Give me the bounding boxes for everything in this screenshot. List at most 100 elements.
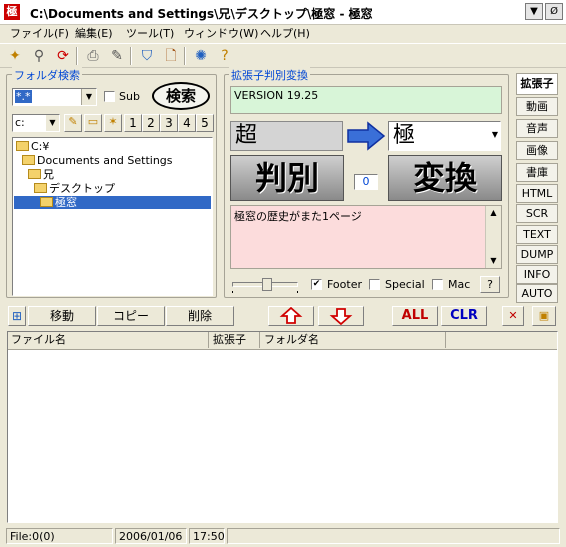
arrow-up-icon[interactable] xyxy=(268,306,314,326)
scroll-down-icon[interactable]: ▼ xyxy=(486,254,501,268)
drive-value: c: xyxy=(15,116,25,129)
side-tab-10[interactable]: AUTO xyxy=(516,284,558,303)
status-empty-panel xyxy=(227,528,560,544)
judge-button[interactable]: 判別 xyxy=(230,155,344,201)
menu-tools[interactable]: ツール(T) xyxy=(126,25,174,43)
title-bar: 極 C:\Documents and Settings\兄\デスクトップ\極窓 … xyxy=(0,0,566,25)
side-tab-1[interactable]: 動画 xyxy=(516,97,558,116)
special-checkbox[interactable] xyxy=(369,279,380,290)
number-button-1[interactable]: 1 xyxy=(124,114,142,132)
arrow-down-icon[interactable] xyxy=(318,306,364,326)
move-button[interactable]: 移動 xyxy=(28,306,96,326)
expand-icon[interactable]: ⊞ xyxy=(8,306,26,326)
opacity-slider[interactable] xyxy=(232,278,298,294)
convert-button[interactable]: 変換 xyxy=(388,155,502,201)
footer-checkbox[interactable]: ✔ xyxy=(311,279,322,290)
status-time: 17:50 xyxy=(189,528,225,544)
column-header-folder[interactable]: フォルダ名 xyxy=(262,332,446,348)
folder-search-title: フォルダ検索 xyxy=(12,67,82,83)
open-file-icon[interactable]: ▣ xyxy=(532,306,556,326)
open-folder-icon[interactable]: ▭ xyxy=(84,114,102,132)
scroll-up-icon[interactable]: ▲ xyxy=(486,206,501,220)
close-button[interactable]: Ø xyxy=(545,3,563,20)
tree-item-label: C:¥ xyxy=(31,140,50,153)
pattern-input[interactable]: *.* ▼ xyxy=(12,88,97,106)
tree-item[interactable]: 兄 xyxy=(28,168,54,181)
slider-thumb[interactable] xyxy=(262,278,272,291)
window-title: C:\Documents and Settings\兄\デスクトップ\極窓 - … xyxy=(30,7,373,21)
side-tab-0[interactable]: 拡張子 xyxy=(516,73,558,95)
arrow-right-icon xyxy=(346,120,386,152)
edit-icon[interactable]: ✎ xyxy=(108,47,126,65)
tree-item-label: デスクトップ xyxy=(49,182,115,195)
tree-item[interactable]: C:¥ xyxy=(16,140,49,153)
tree-item[interactable]: 極窓 xyxy=(14,196,211,209)
search-doc-icon[interactable]: 🗋 xyxy=(162,47,180,65)
settings-icon[interactable]: ✺ xyxy=(192,47,210,65)
search-button[interactable]: 検索 xyxy=(152,82,210,110)
menu-help[interactable]: ヘルプ(H) xyxy=(260,25,310,43)
number-button-2[interactable]: 2 xyxy=(142,114,160,132)
file-list[interactable] xyxy=(7,331,558,523)
status-date: 2006/01/06 xyxy=(115,528,187,544)
help-button[interactable]: ? xyxy=(480,276,500,293)
sub-checkbox[interactable] xyxy=(104,91,115,102)
delete-button[interactable]: 削除 xyxy=(166,306,234,326)
side-tab-2[interactable]: 音声 xyxy=(516,119,558,138)
side-tab-9[interactable]: INFO xyxy=(516,265,558,284)
target-ext-select[interactable]: 極 ▼ xyxy=(388,121,501,151)
side-tab-3[interactable]: 画像 xyxy=(516,141,558,160)
chevron-down-icon[interactable]: ▼ xyxy=(492,130,498,139)
refresh-icon[interactable]: ⟳ xyxy=(54,47,72,65)
folder-tree[interactable]: C:¥ Documents and Settings 兄デスクトップ 極窓 xyxy=(12,137,213,296)
shield-icon[interactable]: ⛉ xyxy=(138,47,156,65)
side-tab-4[interactable]: 書庫 xyxy=(516,163,558,182)
clr-button[interactable]: CLR xyxy=(441,306,487,326)
version-display: VERSION 19.25 xyxy=(230,86,502,114)
column-header-filename[interactable]: ファイル名 xyxy=(9,332,209,348)
footer-label: Footer xyxy=(327,278,362,291)
folder-icon xyxy=(34,183,47,193)
folder-icon xyxy=(40,197,53,207)
memo-textarea[interactable]: 極窓の歴史がまた1ページ ▲ ▼ xyxy=(230,205,502,269)
tree-item[interactable]: Documents and Settings xyxy=(22,154,173,167)
pattern-value: *.* xyxy=(15,90,32,103)
folder-icon xyxy=(22,155,35,165)
tree-item-label: 兄 xyxy=(43,168,54,181)
help-icon[interactable]: ? xyxy=(216,47,234,65)
copy-button[interactable]: コピー xyxy=(97,306,165,326)
menu-edit[interactable]: 編集(E) xyxy=(75,25,113,43)
app-icon: 極 xyxy=(4,4,20,20)
delete-file-icon[interactable]: ✕ xyxy=(502,306,524,326)
drive-select[interactable]: c: ▼ xyxy=(12,114,60,132)
number-button-5[interactable]: 5 xyxy=(196,114,214,132)
mac-label: Mac xyxy=(448,278,471,291)
folder-icon xyxy=(28,169,41,179)
memo-scrollbar[interactable]: ▲ ▼ xyxy=(485,206,501,268)
number-button-4[interactable]: 4 xyxy=(178,114,196,132)
source-ext-box: 超 xyxy=(230,121,343,151)
new-icon[interactable]: ✦ xyxy=(6,47,24,65)
minimize-button[interactable]: ▼ xyxy=(525,3,543,20)
menu-file[interactable]: ファイル(F) xyxy=(10,25,69,43)
print-icon[interactable]: ⎙ xyxy=(84,47,102,65)
tree-item[interactable]: デスクトップ xyxy=(34,182,115,195)
toolbar-separator xyxy=(130,47,132,65)
star-folder-icon[interactable]: ✶ xyxy=(104,114,122,132)
target-ext-value: 極 xyxy=(393,123,416,148)
pencil-folder-icon[interactable]: ✎ xyxy=(64,114,82,132)
side-tab-5[interactable]: HTML xyxy=(516,184,558,203)
side-tab-7[interactable]: TEXT xyxy=(516,225,558,244)
all-button[interactable]: ALL xyxy=(392,306,438,326)
number-button-3[interactable]: 3 xyxy=(160,114,178,132)
ext-convert-title: 拡張子判別変換 xyxy=(229,67,310,83)
side-tab-6[interactable]: SCR xyxy=(516,204,558,223)
mac-checkbox[interactable] xyxy=(432,279,443,290)
chevron-down-icon[interactable]: ▼ xyxy=(46,115,59,131)
find-icon[interactable]: ⚲ xyxy=(30,47,48,65)
sub-label: Sub xyxy=(119,90,140,103)
menu-window[interactable]: ウィンドウ(W) xyxy=(184,25,258,43)
chevron-down-icon[interactable]: ▼ xyxy=(81,89,96,105)
side-tab-8[interactable]: DUMP xyxy=(516,245,558,264)
column-header-extension[interactable]: 拡張子 xyxy=(211,332,260,348)
